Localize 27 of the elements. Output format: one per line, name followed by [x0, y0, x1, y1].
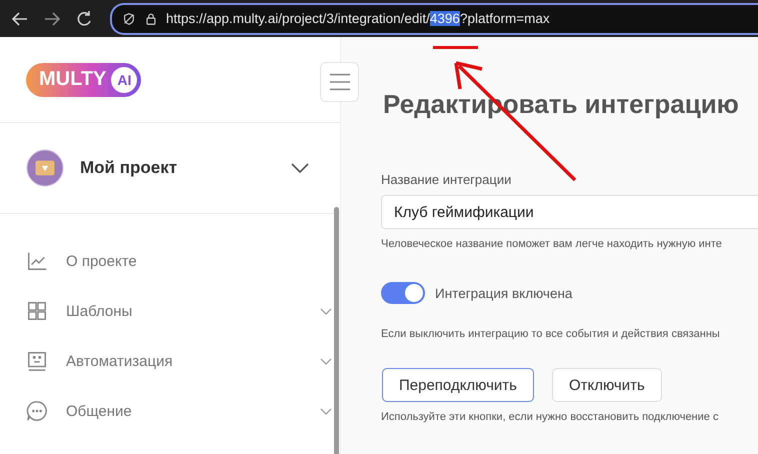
lock-icon: [144, 12, 158, 26]
underline-mark: [433, 46, 478, 49]
helper-text: Если выключить интеграцию то все события и действия связанны: [381, 328, 721, 340]
project-selector[interactable]: Мой проект: [0, 123, 340, 214]
helper-text: Человеческое название поможет вам легче находить нужную инте: [381, 238, 723, 250]
name-input-field[interactable]: Клуб геймификации: [381, 195, 758, 229]
grid-icon: [26, 300, 48, 322]
disconnect-button[interactable]: Отключить: [552, 368, 662, 402]
chat-icon: [26, 400, 48, 422]
robot-icon: [26, 350, 48, 372]
helper-text: Используйте эти кнопки, если нужно восстановить подключение с: [381, 411, 720, 423]
field-label: Название интеграции: [381, 172, 512, 187]
sidebar-item[interactable]: О проекте: [0, 236, 340, 286]
logo[interactable]: MULTY AI: [26, 62, 142, 96]
address-bar[interactable]: https://app.multy.ai/project/3/integration/edit/4396?platform=max: [110, 2, 758, 34]
menu-icon: [328, 72, 350, 92]
shield-icon[interactable]: [122, 12, 136, 26]
sidebar-item[interactable]: Шаблоны: [0, 286, 340, 336]
sidebar-item[interactable]: Автоматизация: [0, 336, 340, 386]
sidebar-item[interactable]: Общение: [0, 386, 340, 436]
project-avatar-icon: [26, 149, 64, 187]
url-text: https://app.multy.ai/project/3/integration/edit/4396?platform=max: [166, 11, 550, 26]
menu-button[interactable]: [320, 62, 359, 102]
reconnect-button[interactable]: Переподключить: [382, 368, 534, 402]
toggle-switch[interactable]: [381, 282, 425, 304]
chart-icon: [26, 250, 48, 272]
toggle-label: Интеграция включена: [435, 286, 572, 300]
